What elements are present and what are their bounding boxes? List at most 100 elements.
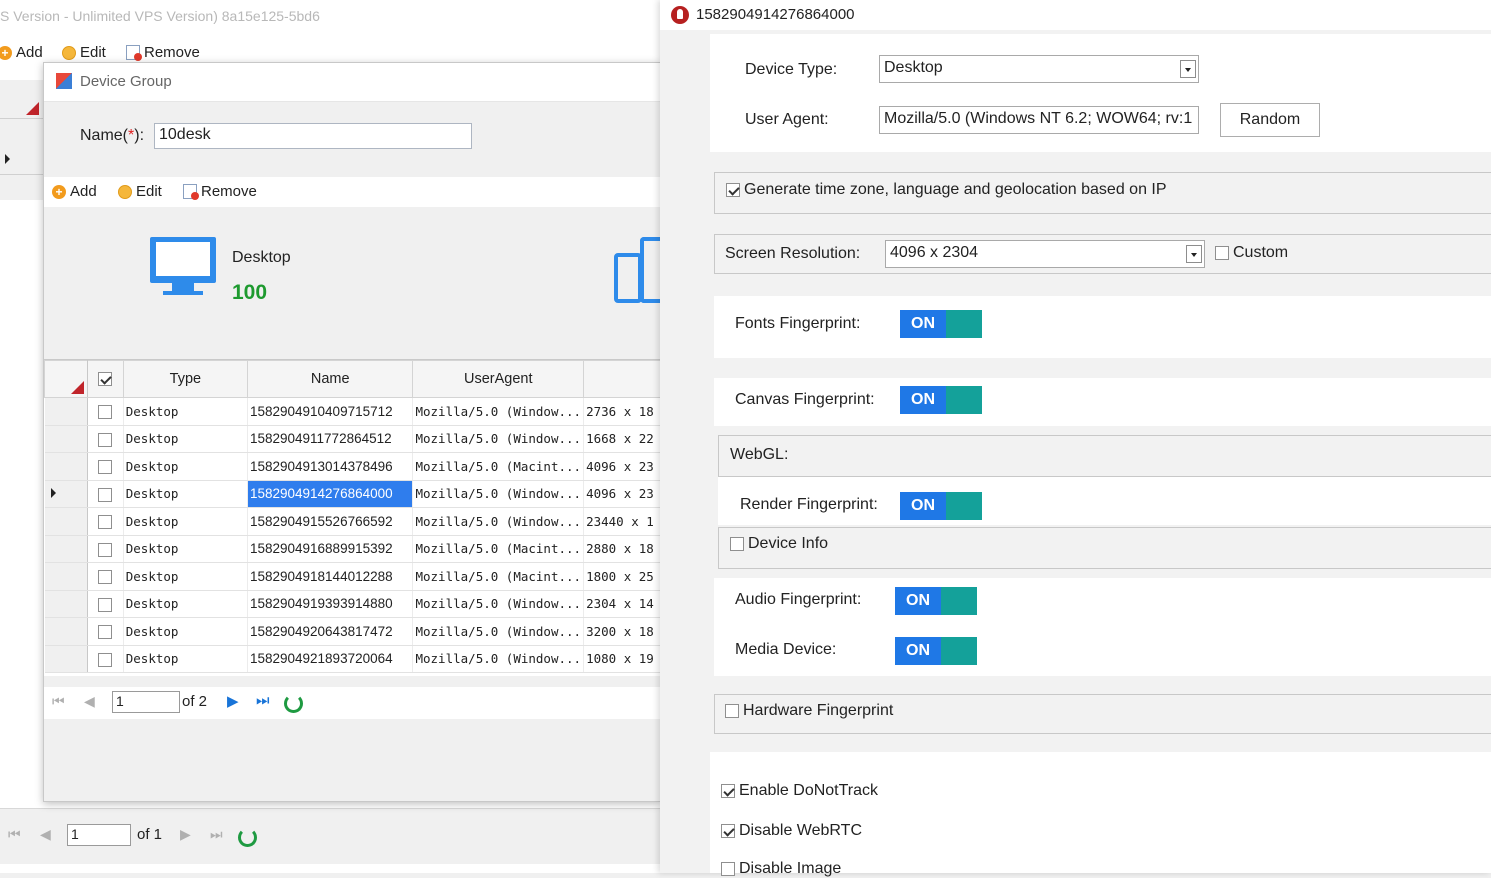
remove-icon <box>183 184 199 200</box>
refresh-icon[interactable] <box>284 694 303 713</box>
row-header[interactable] <box>44 425 89 453</box>
name-input[interactable]: 10desk <box>154 123 472 149</box>
row-checkbox[interactable] <box>87 507 124 536</box>
main-page-input[interactable]: 1 <box>67 824 131 846</box>
device-group-dialog: Device Group Name(*): 10desk + Add Edit … <box>43 62 661 802</box>
col-name-header[interactable]: Name <box>246 360 414 398</box>
edit-icon <box>118 184 132 199</box>
device-edit-button[interactable]: Edit <box>118 183 162 200</box>
canvas-toggle[interactable]: ON <box>900 386 982 414</box>
table-row[interactable]: Desktop 1582904913014378496 Mozilla/5.0 (M… <box>44 452 661 481</box>
row-header[interactable] <box>44 397 89 426</box>
last-page-icon[interactable]: ⏭ <box>256 692 270 709</box>
cell-resolution: 2880 x 18 <box>583 535 661 563</box>
row-checkbox[interactable] <box>87 480 124 508</box>
disable-image-checkbox[interactable]: Disable Image <box>721 860 841 878</box>
screen-res-value: 4096 x 2304 <box>890 244 979 261</box>
fonts-label: Fonts Fingerprint: <box>735 315 861 332</box>
dialog-page-input[interactable]: 1 <box>112 691 180 713</box>
next-page-icon[interactable]: ▶ <box>180 826 191 843</box>
table-row[interactable]: Desktop 1582904914276864000 Mozilla/5.0 (W… <box>44 480 661 508</box>
main-edit-button[interactable]: Edit <box>62 44 106 61</box>
cell-name: 1582904919393914880 <box>247 590 414 618</box>
random-button[interactable]: Random <box>1220 103 1320 137</box>
main-pager: ⏮ ◀ 1 of 1 ▶ ⏭ <box>0 808 660 864</box>
row-checkbox[interactable] <box>87 535 124 563</box>
fonts-toggle[interactable]: ON <box>900 310 982 338</box>
user-agent-input[interactable]: Mozilla/5.0 (Windows NT 6.2; WOW64; rv:1 <box>879 106 1199 134</box>
prev-page-icon[interactable]: ◀ <box>40 826 51 843</box>
last-page-icon[interactable]: ⏭ <box>210 826 223 843</box>
webrtc-checkbox[interactable]: Disable WebRTC <box>721 822 862 840</box>
device-add-label: Add <box>70 183 97 200</box>
main-page-count: of 1 <box>137 826 163 843</box>
row-header[interactable] <box>44 452 89 481</box>
cell-name: 1582904913014378496 <box>247 452 414 481</box>
row-header[interactable] <box>44 480 89 508</box>
dialog-page-count: of 2 <box>182 693 208 710</box>
webgl-group <box>718 435 1491 477</box>
main-grid-row-header <box>0 80 44 200</box>
device-remove-label: Remove <box>201 183 257 200</box>
cell-useragent: Mozilla/5.0 (Window... <box>412 480 585 508</box>
dialog-title: Device Group <box>80 73 172 90</box>
row-checkbox[interactable] <box>87 425 124 453</box>
render-toggle[interactable]: ON <box>900 492 982 520</box>
row-checkbox[interactable] <box>87 397 124 426</box>
device-add-button[interactable]: + Add <box>52 183 97 200</box>
device-remove-button[interactable]: Remove <box>183 183 257 200</box>
checkbox-icon <box>726 183 740 197</box>
col-resolution-header[interactable] <box>583 360 661 398</box>
row-header[interactable] <box>44 562 89 591</box>
table-row[interactable]: Desktop 1582904910409715712 Mozilla/5.0 (W… <box>44 397 661 426</box>
row-checkbox[interactable] <box>87 452 124 481</box>
row-header[interactable] <box>44 507 89 536</box>
screen-res-select[interactable]: 4096 x 2304 <box>885 240 1205 268</box>
device-type-select[interactable]: Desktop <box>879 55 1199 83</box>
device-type-value: Desktop <box>884 59 943 76</box>
cell-useragent: Mozilla/5.0 (Macint... <box>412 562 585 591</box>
main-add-button[interactable]: + Add <box>0 44 43 61</box>
prev-page-icon[interactable]: ◀ <box>84 693 95 710</box>
row-header[interactable] <box>44 590 89 618</box>
row-checkbox[interactable] <box>87 590 124 618</box>
hardware-checkbox[interactable]: Hardware Fingerprint <box>725 702 893 720</box>
device-grid: Type Name UserAgent Desktop 1582904910409… <box>43 359 661 676</box>
main-remove-button[interactable]: Remove <box>126 44 200 61</box>
cell-name: 1582904911772864512 <box>247 425 414 453</box>
desktop-summary-label: Desktop <box>232 249 291 266</box>
donottrack-checkbox[interactable]: Enable DoNotTrack <box>721 782 878 800</box>
row-header[interactable] <box>44 645 89 673</box>
table-row[interactable]: Desktop 1582904916889915392 Mozilla/5.0 (M… <box>44 535 661 563</box>
table-row[interactable]: Desktop 1582904918144012288 Mozilla/5.0 (M… <box>44 562 661 591</box>
col-useragent-header[interactable]: UserAgent <box>412 360 585 398</box>
first-page-icon[interactable]: ⏮ <box>52 693 65 710</box>
row-checkbox[interactable] <box>87 617 124 646</box>
media-toggle[interactable]: ON <box>895 637 977 665</box>
cell-useragent: Mozilla/5.0 (Window... <box>412 617 585 646</box>
table-row[interactable]: Desktop 1582904911772864512 Mozilla/5.0 (W… <box>44 425 661 453</box>
table-row[interactable]: Desktop 1582904915526766592 Mozilla/5.0 (W… <box>44 507 661 536</box>
cell-name: 1582904920643817472 <box>247 617 414 646</box>
first-page-icon[interactable]: ⏮ <box>8 826 21 843</box>
audio-toggle[interactable]: ON <box>895 587 977 615</box>
refresh-icon[interactable] <box>238 828 257 847</box>
cell-name: 1582904916889915392 <box>247 535 414 563</box>
geo-checkbox[interactable]: Generate time zone, language and geoloca… <box>726 181 1167 199</box>
row-header[interactable] <box>44 617 89 646</box>
main-edit-label: Edit <box>80 44 106 61</box>
disable-image-label: Disable Image <box>739 860 842 877</box>
row-header[interactable] <box>44 535 89 563</box>
select-all-checkbox[interactable] <box>87 360 124 398</box>
next-page-icon[interactable]: ▶ <box>227 692 239 710</box>
table-row[interactable]: Desktop 1582904920643817472 Mozilla/5.0 (W… <box>44 617 661 646</box>
table-row[interactable]: Desktop 1582904921893720064 Mozilla/5.0 (W… <box>44 645 661 673</box>
device-info-checkbox[interactable]: Device Info <box>730 535 828 553</box>
col-type-header[interactable]: Type <box>122 360 248 398</box>
cell-name: 1582904910409715712 <box>247 397 414 426</box>
add-icon: + <box>52 184 66 199</box>
row-checkbox[interactable] <box>87 562 124 591</box>
row-checkbox[interactable] <box>87 645 124 673</box>
custom-checkbox[interactable]: Custom <box>1215 244 1288 262</box>
table-row[interactable]: Desktop 1582904919393914880 Mozilla/5.0 (W… <box>44 590 661 618</box>
